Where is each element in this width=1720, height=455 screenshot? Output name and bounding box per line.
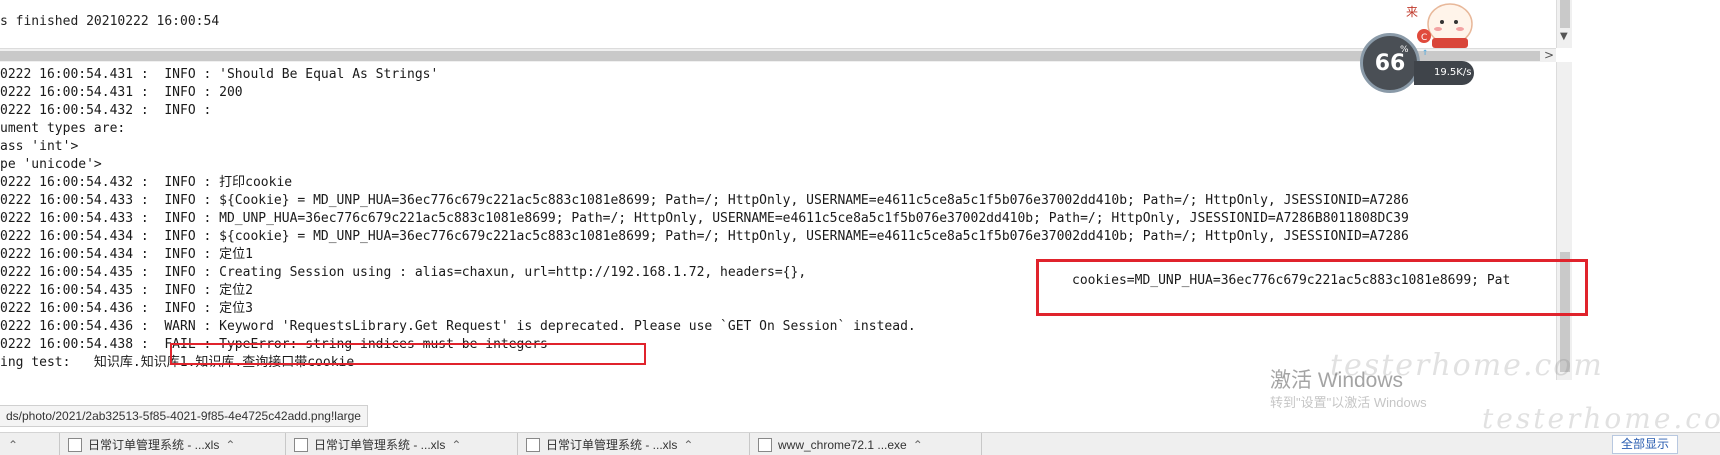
log-vertical-scrollbar[interactable] <box>1556 62 1572 380</box>
cartoon-mascot-sticker: C 来 <box>1406 3 1473 48</box>
log-line: ument types are: <box>0 121 126 136</box>
log-line: 0222 16:00:54.434 : INFO : ${cookie} = M… <box>0 229 1409 244</box>
download-item[interactable]: 日常订单管理系统 - ...xls ⌃ <box>60 433 286 455</box>
excel-file-icon <box>68 437 82 452</box>
excel-file-icon <box>294 437 308 452</box>
speed-readout: 19.5K/s <box>1414 61 1474 85</box>
log-line: 0222 16:00:54.432 : INFO : <box>0 103 212 118</box>
windows-activate-hint: 转到"设置"以激活 Windows <box>1270 395 1427 410</box>
windows-activate-watermark: 激活 Windows <box>1270 369 1404 392</box>
exe-file-icon <box>758 437 772 452</box>
download-item[interactable]: 日常订单管理系统 - ...xls ⌃ <box>518 433 750 455</box>
download-item-label: www_chrome72.1 ...exe <box>778 437 907 452</box>
download-item-label: 日常订单管理系统 - ...xls <box>546 438 678 452</box>
log-line: 0222 16:00:54.436 : INFO : 定位3 <box>0 301 253 316</box>
log-line: 0222 16:00:54.433 : INFO : ${Cookie} = M… <box>0 193 1409 208</box>
log-line: pe 'unicode'> <box>0 157 102 172</box>
log-line: 0222 16:00:54.436 : WARN : Keyword 'Requ… <box>0 319 916 334</box>
log-line: 0222 16:00:54.433 : INFO : MD_UNP_HUA=36… <box>0 211 1409 226</box>
fail-highlight-box <box>170 343 646 365</box>
chevron-up-icon[interactable]: ⌃ <box>225 438 235 452</box>
chevron-up-icon[interactable]: ⌃ <box>683 438 693 452</box>
download-bar: ⌃ 日常订单管理系统 - ...xls ⌃ 日常订单管理系统 - ...xls … <box>0 432 1720 455</box>
svg-text:来: 来 <box>1406 5 1418 19</box>
chevron-up-icon[interactable]: ⌃ <box>913 438 923 452</box>
log-line: 0222 16:00:54.431 : INFO : 'Should Be Eq… <box>0 67 439 82</box>
download-item[interactable]: 日常订单管理系统 - ...xls ⌃ <box>286 433 518 455</box>
show-all-button[interactable]: 全部显示 <box>1612 435 1679 454</box>
top-panel-vertical-scrollbar[interactable]: ▼ <box>1556 0 1572 48</box>
log-line: ass 'int'> <box>0 139 79 154</box>
log-line: 0222 16:00:54.435 : INFO : Creating Sess… <box>0 265 807 280</box>
output-top-panel: s finished 20210222 16:00:54 <box>0 0 1556 48</box>
scrollbar-thumb[interactable] <box>0 51 1540 61</box>
download-item-label: 日常订单管理系统 - ...xls <box>314 438 446 452</box>
log-line: 0222 16:00:54.435 : INFO : 定位2 <box>0 283 253 298</box>
cookies-highlight-box <box>1036 259 1588 316</box>
finished-status-line: s finished 20210222 16:00:54 <box>0 14 220 29</box>
log-line: 0222 16:00:54.431 : INFO : 200 <box>0 85 243 100</box>
link-url-status: ds/photo/2021/2ab32513-5f85-4021-9f85-4e… <box>0 405 368 427</box>
chevron-down-icon[interactable]: ▼ <box>1560 31 1568 42</box>
excel-file-icon <box>526 437 540 452</box>
log-output-panel: 0222 16:00:54.431 : INFO : 'Should Be Eq… <box>0 66 1556 382</box>
svg-text:C: C <box>1421 33 1427 43</box>
chevron-up-icon[interactable]: ⌃ <box>451 438 461 452</box>
log-line: 0222 16:00:54.434 : INFO : 定位1 <box>0 247 253 262</box>
chevron-right-icon[interactable]: > <box>1544 48 1554 62</box>
horizontal-scrollbar[interactable]: > <box>0 48 1556 62</box>
scrollbar-thumb[interactable] <box>1560 0 1570 28</box>
download-item-label: 日常订单管理系统 - ...xls <box>88 438 220 452</box>
testerhome-watermark: testerhome.com <box>1482 402 1720 435</box>
log-line: 0222 16:00:54.432 : INFO : 打印cookie <box>0 175 293 190</box>
download-item-partial[interactable]: ⌃ <box>0 433 60 455</box>
download-item[interactable]: www_chrome72.1 ...exe ⌃ <box>750 433 982 455</box>
chevron-up-icon[interactable]: ⌃ <box>8 438 18 452</box>
